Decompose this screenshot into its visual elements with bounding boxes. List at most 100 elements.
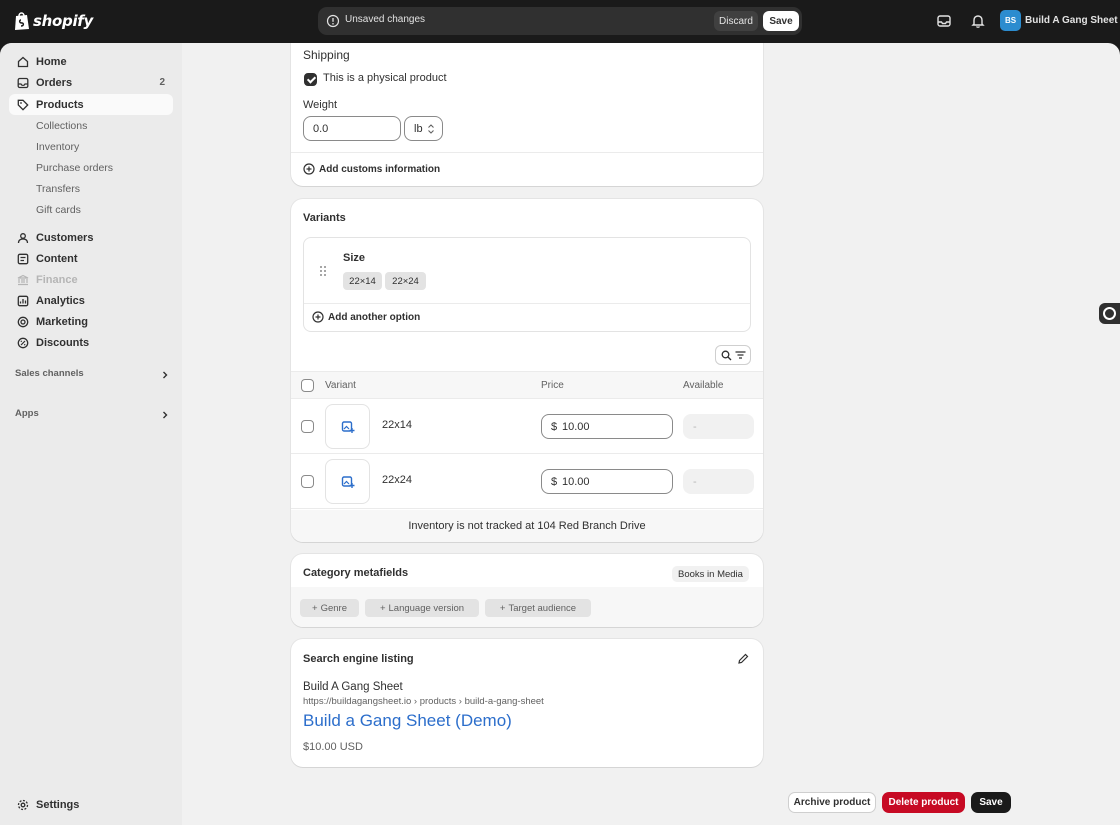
physical-product-checkbox[interactable] xyxy=(304,73,317,86)
discard-button[interactable]: Discard xyxy=(714,11,758,31)
column-variant: Variant xyxy=(325,380,356,391)
shopify-logo[interactable]: shopify xyxy=(14,11,93,31)
bell-icon[interactable] xyxy=(970,13,986,29)
plus-icon: + xyxy=(379,602,386,614)
sidebar-item-marketing[interactable]: Marketing xyxy=(9,311,173,332)
save-button[interactable]: Save xyxy=(971,792,1011,813)
shipping-card: Shipping This is a physical product Weig… xyxy=(291,43,763,186)
column-price: Price xyxy=(541,380,564,391)
sidebar: Home Orders 2 Products Collections Inven… xyxy=(0,43,182,825)
option-value-chip[interactable]: 22×24 xyxy=(385,272,426,290)
available-field: - xyxy=(683,414,754,439)
sidebar-item-products[interactable]: Products xyxy=(9,94,173,115)
contextual-save-bar: Unsaved changes Discard Save xyxy=(318,7,802,35)
weight-input[interactable]: 0.0 xyxy=(303,116,401,141)
add-another-option-button[interactable]: Add another option xyxy=(312,311,420,323)
inbox-tray-icon[interactable] xyxy=(936,13,952,29)
unsaved-changes-text: Unsaved changes xyxy=(345,14,426,25)
sales-channels-heading[interactable]: Sales channels xyxy=(15,368,84,379)
variant-image-placeholder[interactable] xyxy=(325,404,370,449)
sidebar-item-label: Marketing xyxy=(36,315,88,328)
edit-pencil-icon[interactable] xyxy=(737,653,749,665)
add-customs-button[interactable]: Add customs information xyxy=(303,163,440,175)
sidebar-item-home[interactable]: Home xyxy=(9,51,173,72)
price-value: 10.00 xyxy=(562,475,590,488)
sidebar-item-transfers[interactable]: Transfers xyxy=(9,178,173,199)
column-available: Available xyxy=(683,380,724,391)
select-arrows-icon xyxy=(428,124,434,134)
table-row[interactable]: 22x24 $ 10.00 - xyxy=(291,454,763,509)
sidebar-item-finance: Finance xyxy=(9,269,173,290)
add-genre-chip[interactable]: + Genre xyxy=(300,599,359,617)
row-checkbox[interactable] xyxy=(301,420,314,433)
sidebar-item-inventory[interactable]: Inventory xyxy=(9,136,173,157)
chip-label: Target audience xyxy=(508,602,577,614)
sidebar-item-collections[interactable]: Collections xyxy=(9,115,173,136)
sidebar-item-content[interactable]: Content xyxy=(9,248,173,269)
seo-store-name: Build A Gang Sheet xyxy=(303,681,403,693)
sidebar-item-label: Customers xyxy=(36,231,94,244)
variant-image-placeholder[interactable] xyxy=(325,459,370,504)
currency-symbol: $ xyxy=(551,475,558,488)
plus-icon: + xyxy=(499,602,506,614)
price-input[interactable]: $ 10.00 xyxy=(541,469,673,494)
sidebar-item-analytics[interactable]: Analytics xyxy=(9,290,173,311)
save-bar-button[interactable]: Save xyxy=(763,11,799,31)
table-row[interactable]: 22x14 $ 10.00 - xyxy=(291,399,763,454)
variant-name[interactable]: 22x24 xyxy=(382,474,412,486)
add-target-audience-chip[interactable]: + Target audience xyxy=(485,599,591,617)
person-icon xyxy=(17,233,29,244)
price-value: 10.00 xyxy=(562,420,590,433)
home-icon xyxy=(17,56,29,68)
account-menu[interactable]: BS Build A Gang Sheet xyxy=(1000,10,1118,31)
chevron-right-icon[interactable] xyxy=(160,370,170,380)
currency-symbol: $ xyxy=(551,420,558,433)
seo-title: Search engine listing xyxy=(303,653,414,665)
sidebar-item-label: Products xyxy=(36,98,84,111)
row-checkbox[interactable] xyxy=(301,475,314,488)
variants-card: Variants Size 22×14 22×24 Add another op… xyxy=(291,199,763,542)
variants-title: Variants xyxy=(303,212,346,224)
orders-count-badge: 2 xyxy=(159,77,165,88)
weight-unit-select[interactable]: lb xyxy=(404,116,443,141)
option-value-chip[interactable]: 22×14 xyxy=(343,272,382,290)
add-customs-label: Add customs information xyxy=(319,163,441,175)
option-name[interactable]: Size xyxy=(343,252,365,264)
sidebar-item-label: Discounts xyxy=(36,336,90,349)
content-icon xyxy=(17,253,29,265)
alert-circle-icon xyxy=(326,14,340,28)
tag-icon xyxy=(17,99,29,111)
target-icon xyxy=(17,316,29,328)
apps-heading[interactable]: Apps xyxy=(15,408,39,419)
sidebar-item-customers[interactable]: Customers xyxy=(9,227,173,248)
gear-icon xyxy=(17,799,29,811)
add-language-version-chip[interactable]: + Language version xyxy=(365,599,479,617)
chevron-right-icon[interactable] xyxy=(160,410,170,420)
drag-handle-icon[interactable] xyxy=(319,265,327,277)
sidebar-item-discounts[interactable]: Discounts xyxy=(9,332,173,353)
sidebar-item-purchase-orders[interactable]: Purchase orders xyxy=(9,157,173,178)
image-add-icon xyxy=(341,420,354,433)
floating-widget-tab[interactable] xyxy=(1099,303,1120,324)
sidebar-item-orders[interactable]: Orders 2 xyxy=(9,72,173,93)
weight-label: Weight xyxy=(303,99,338,111)
select-all-checkbox[interactable] xyxy=(301,379,314,392)
bank-icon xyxy=(17,274,29,286)
metafields-title: Category metafields xyxy=(303,567,409,579)
sidebar-item-label: Content xyxy=(36,252,78,265)
top-bar: shopify Unsaved changes Discard Save BS … xyxy=(0,0,1120,43)
inventory-note: Inventory is not tracked at 104 Red Bran… xyxy=(291,510,763,542)
chip-label: Language version xyxy=(388,602,465,614)
variant-name[interactable]: 22x14 xyxy=(382,419,412,431)
price-input[interactable]: $ 10.00 xyxy=(541,414,673,439)
sidebar-item-gift-cards[interactable]: Gift cards xyxy=(9,199,173,220)
sidebar-item-label: Analytics xyxy=(36,294,85,307)
shopify-bag-icon xyxy=(15,12,29,30)
shipping-title: Shipping xyxy=(303,48,350,62)
delete-product-button[interactable]: Delete product xyxy=(882,792,965,813)
plus-icon: + xyxy=(312,602,318,614)
search-filter-button[interactable] xyxy=(715,345,751,365)
archive-product-button[interactable]: Archive product xyxy=(788,792,876,813)
variants-table-header: Variant Price Available xyxy=(291,371,763,399)
sidebar-item-settings[interactable]: Settings xyxy=(9,794,173,815)
